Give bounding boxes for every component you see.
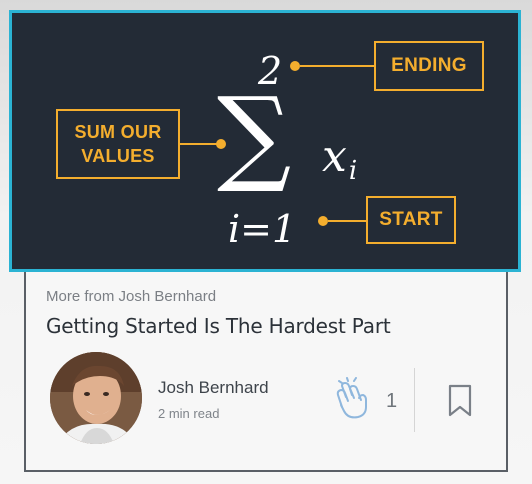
term-subscript: i: [348, 156, 358, 186]
upper-limit: 2: [258, 49, 283, 93]
ending-dot: [290, 61, 300, 71]
hero-image[interactable]: ∑ 2 i=1 xi ENDING SUM OUR VALUES START: [9, 10, 521, 272]
ending-label-box: ENDING: [374, 41, 484, 91]
clap-glyph: [336, 377, 367, 419]
more-from-link[interactable]: More from Josh Bernhard: [46, 288, 216, 305]
start-label: START: [379, 209, 443, 230]
summation-term: xi: [322, 131, 357, 186]
sum-connector: [180, 143, 218, 145]
sigma-symbol: ∑: [217, 74, 292, 196]
sum-label-line1: SUM OUR: [74, 122, 162, 142]
bookmark-glyph: [448, 384, 472, 417]
avatar[interactable]: [50, 352, 142, 444]
author-name[interactable]: Josh Bernhard: [158, 378, 269, 398]
article-title[interactable]: Getting Started Is The Hardest Part: [46, 314, 391, 338]
start-label-box: START: [366, 196, 456, 244]
start-dot: [318, 216, 328, 226]
lower-limit: i=1: [228, 207, 297, 251]
read-time: 2 min read: [158, 406, 220, 421]
ending-label: ENDING: [391, 55, 467, 76]
sum-label-box: SUM OUR VALUES: [56, 109, 180, 179]
start-connector: [328, 220, 366, 222]
term-main: x: [322, 131, 347, 182]
bookmark-icon[interactable]: [448, 384, 472, 418]
avatar-photo-icon: [50, 352, 142, 444]
sum-dot: [216, 139, 226, 149]
clap-icon[interactable]: [330, 377, 374, 421]
sum-label-line2: VALUES: [81, 146, 155, 166]
actions-divider: [414, 368, 415, 432]
clap-count: 1: [386, 390, 398, 412]
ending-connector: [300, 65, 374, 67]
